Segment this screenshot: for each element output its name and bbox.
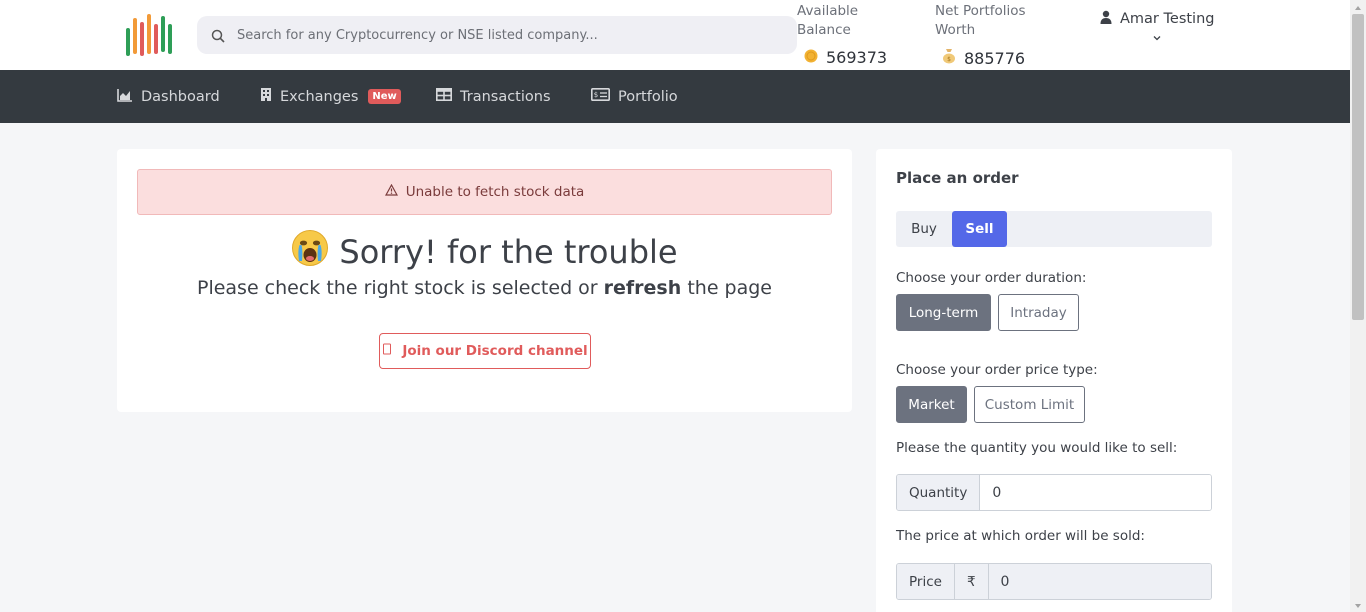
svg-text:$: $ [594, 91, 598, 99]
discord-button[interactable]: Join our Discord channel [379, 333, 591, 369]
user-icon [1100, 10, 1112, 28]
user-name: Amar Testing [1120, 11, 1215, 27]
available-balance-value: 569373 [826, 48, 888, 67]
order-side-toggle: Buy Sell [896, 211, 1212, 247]
bar-chart-logo-icon[interactable] [124, 12, 174, 58]
top-header: Available Balance 569373 Net Portfolios … [0, 0, 1350, 70]
scroll-up-arrow-icon[interactable] [1350, 0, 1366, 14]
quantity-group: Quantity [896, 474, 1212, 511]
discord-button-label: Join our Discord channel [402, 343, 588, 359]
chevron-down-icon[interactable] [1100, 30, 1214, 46]
nav-portfolio-label: Portfolio [618, 88, 678, 105]
nav-dashboard-label: Dashboard [141, 88, 220, 105]
scrollbar-thumb[interactable] [1352, 14, 1364, 320]
nav-portfolio[interactable]: $ Portfolio [591, 70, 678, 123]
search-icon [211, 28, 225, 43]
area-chart-icon [117, 88, 133, 106]
crying-face-icon [291, 229, 329, 275]
buy-tab[interactable]: Buy [896, 211, 952, 247]
price-addon: Price [897, 564, 955, 599]
available-balance: Available Balance 569373 [797, 2, 907, 67]
net-worth-label: Net Portfolios Worth [935, 3, 1026, 38]
stock-error-card: Unable to fetch stock data Sorry! for th… [117, 149, 852, 412]
net-worth-value: 885776 [964, 48, 1026, 68]
user-menu[interactable]: Amar Testing [1100, 10, 1214, 46]
price-group: Price ₹ [896, 563, 1212, 600]
long-term-button[interactable]: Long-term [896, 294, 991, 331]
rupee-addon: ₹ [954, 564, 989, 599]
new-badge: New [368, 89, 401, 104]
market-button[interactable]: Market [896, 386, 967, 423]
search-input[interactable] [237, 27, 777, 43]
nav-exchanges-label: Exchanges [280, 88, 359, 105]
refresh-text: refresh [603, 277, 682, 299]
sorry-heading: Sorry! for the trouble [117, 229, 852, 275]
quantity-addon: Quantity [897, 475, 981, 510]
building-icon [260, 87, 272, 106]
discord-icon [382, 343, 392, 359]
sorry-subtitle: Please check the right stock is selected… [117, 277, 852, 299]
warning-icon [384, 183, 398, 200]
available-balance-label: Available Balance [797, 3, 859, 38]
order-title: Place an order [896, 169, 1019, 187]
alert-text: Unable to fetch stock data [405, 184, 585, 200]
money-check-icon: $ [591, 88, 610, 105]
quantity-input[interactable] [980, 475, 1211, 510]
net-portfolio-worth: Net Portfolios Worth $ 885776 [935, 2, 1045, 68]
sub-post: the page [681, 277, 772, 299]
sell-tab[interactable]: Sell [952, 211, 1007, 247]
nav-transactions-label: Transactions [460, 88, 551, 105]
intraday-button[interactable]: Intraday [998, 294, 1079, 331]
custom-limit-button[interactable]: Custom Limit [974, 386, 1085, 423]
nav-transactions[interactable]: Transactions [436, 70, 551, 123]
nav-exchanges[interactable]: Exchanges New [260, 70, 401, 123]
nav-dashboard[interactable]: Dashboard [117, 70, 220, 123]
search-bar[interactable] [197, 16, 797, 54]
place-order-card: Place an order Buy Sell Choose your orde… [876, 149, 1232, 612]
price-prompt: The price at which order will be sold: [896, 528, 1145, 544]
coin-icon [804, 48, 818, 67]
main-nav: Dashboard Exchanges New Transactions $ P… [0, 70, 1350, 123]
duration-label: Choose your order duration: [896, 270, 1087, 286]
quantity-prompt: Please the quantity you would like to se… [896, 440, 1178, 456]
sorry-title: Sorry! for the trouble [339, 233, 678, 271]
error-alert: Unable to fetch stock data [137, 169, 832, 215]
price-type-label: Choose your order price type: [896, 362, 1098, 378]
svg-text:$: $ [947, 56, 951, 63]
price-input[interactable] [988, 564, 1211, 599]
money-bag-icon: $ [942, 48, 956, 68]
table-icon [436, 88, 452, 105]
scroll-down-arrow-icon[interactable] [1350, 598, 1366, 612]
sub-pre: Please check the right stock is selected… [196, 277, 604, 299]
